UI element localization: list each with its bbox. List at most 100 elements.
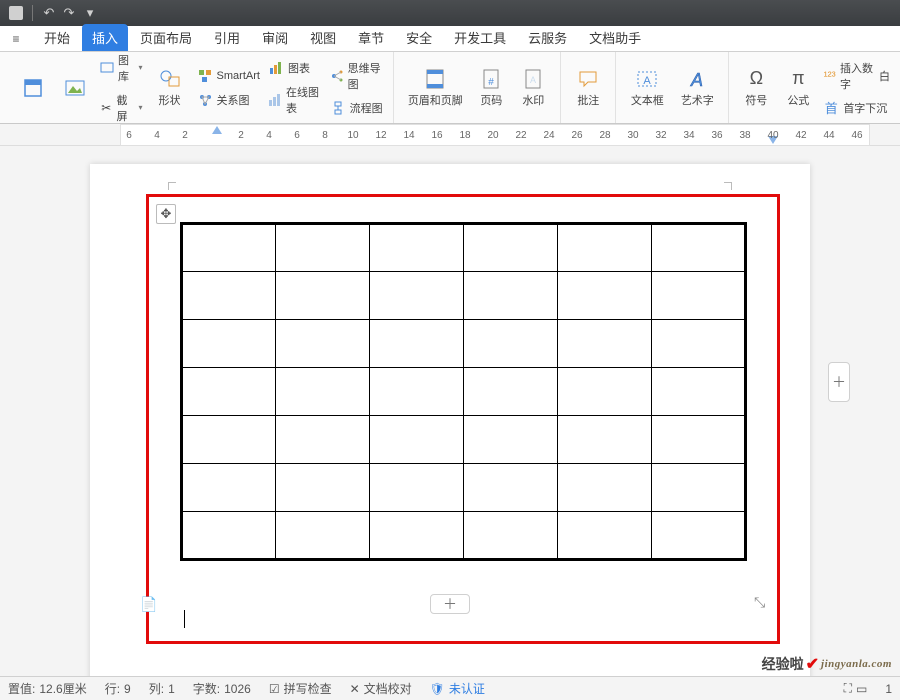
wordart-icon: A	[686, 68, 708, 90]
menu-icon[interactable]: ≡	[4, 27, 28, 51]
annotate-button[interactable]: 批注	[567, 68, 609, 108]
status-bar: 置值: 12.6厘米 行: 9 列: 1 字数: 1026 ☑ 拼写检查 ✕ 文…	[0, 676, 900, 700]
shapes-button[interactable]: 形状	[147, 68, 193, 108]
image-watermark: 经验啦 ✔ jingyanla.com	[762, 654, 892, 674]
dropcap-button[interactable]: 首 首字下沉	[819, 98, 894, 118]
tab-assistant[interactable]: 文档助手	[579, 24, 651, 51]
ruler-tick: 40	[767, 130, 778, 141]
add-row-button[interactable]: ＋	[430, 594, 470, 614]
shapes-icon	[159, 68, 181, 90]
pagenum-button[interactable]: # 页码	[470, 68, 512, 108]
margin-corner-tr	[724, 182, 732, 190]
flowchart-icon	[330, 100, 346, 116]
proof-icon: ✕	[350, 682, 360, 696]
fullscreen-icon: ⛶	[844, 681, 852, 696]
status-row[interactable]: 行: 9	[105, 680, 131, 697]
screenshot-button[interactable]: ✂ 截屏▾	[96, 90, 147, 126]
ruler-area: 6422468101214161820222426283032343638404…	[0, 124, 900, 146]
symbol-button[interactable]: Ω 符号	[735, 68, 777, 108]
ruler-tick: 36	[711, 130, 722, 141]
flowchart-button[interactable]: 流程图	[326, 98, 388, 118]
left-indent-marker[interactable]	[212, 126, 222, 134]
pos-label: 置值:	[8, 680, 35, 697]
table-row[interactable]	[182, 512, 746, 560]
gallery-button[interactable]: 图库▾	[96, 50, 147, 86]
horizontal-ruler[interactable]: 6422468101214161820222426283032343638404…	[120, 124, 870, 146]
tab-review[interactable]: 审阅	[252, 24, 298, 51]
smartart-button[interactable]: SmartArt	[193, 66, 264, 86]
pagenum-label: 页码	[480, 92, 502, 108]
ruler-tick: 24	[543, 130, 554, 141]
tab-devtools[interactable]: 开发工具	[444, 24, 516, 51]
headerfooter-label: 页眉和页脚	[408, 92, 463, 108]
ruler-tick: 2	[238, 130, 244, 141]
table-row[interactable]	[182, 272, 746, 320]
cover-button[interactable]	[12, 77, 54, 99]
tab-pagelayout[interactable]: 页面布局	[130, 24, 202, 51]
svg-text:#: #	[489, 77, 495, 88]
tab-chapter[interactable]: 章节	[348, 24, 394, 51]
status-spellcheck[interactable]: ☑ 拼写检查	[269, 680, 332, 697]
mindmap-button[interactable]: 思维导图	[326, 58, 388, 94]
table-move-handle[interactable]: ✥	[156, 204, 176, 224]
watermark-icon: A	[522, 68, 544, 90]
table-row[interactable]	[182, 416, 746, 464]
table-row[interactable]	[182, 368, 746, 416]
number-icon: ¹²³	[823, 68, 836, 84]
chart-button[interactable]: 图表	[264, 58, 326, 78]
redo-icon[interactable]: ↷	[59, 3, 79, 23]
chart-label: 图表	[288, 60, 310, 76]
document-table[interactable]	[180, 222, 747, 561]
mindmap-label: 思维导图	[348, 60, 384, 92]
group-illustrations: 图库▾ ✂ 截屏▾ 形状 SmartArt 关系图 图表	[6, 52, 394, 123]
page: ✥ ＋ ⤡ 📄	[90, 164, 810, 676]
ruler-tick: 26	[571, 130, 582, 141]
tab-security[interactable]: 安全	[396, 24, 442, 51]
add-column-button[interactable]: ＋	[828, 362, 850, 402]
ruler-tick: 34	[683, 130, 694, 141]
wordart-button[interactable]: A 艺术字	[672, 68, 722, 108]
status-proof[interactable]: ✕ 文档校对	[350, 680, 412, 697]
row-value: 9	[124, 682, 131, 696]
watermark-button[interactable]: A 水印	[512, 68, 554, 108]
ribbon: 图库▾ ✂ 截屏▾ 形状 SmartArt 关系图 图表	[0, 52, 900, 124]
qat-more-icon[interactable]: ▾	[80, 3, 100, 23]
headerfooter-button[interactable]: 页眉和页脚	[400, 68, 470, 108]
relation-button[interactable]: 关系图	[193, 90, 264, 110]
ruler-tick: 22	[515, 130, 526, 141]
status-viewmode[interactable]: ⛶ ▭	[844, 681, 868, 696]
ruler-tick: 18	[459, 130, 470, 141]
document-area: ✥ ＋ ⤡ 📄 ＋	[0, 146, 900, 676]
shield-icon: 🛡	[430, 682, 445, 696]
onlinechart-icon	[268, 92, 282, 108]
appmenu-icon[interactable]	[6, 3, 26, 23]
tab-insert[interactable]: 插入	[82, 24, 128, 51]
tab-start[interactable]: 开始	[34, 24, 80, 51]
ruler-tick: 6	[294, 130, 300, 141]
status-col[interactable]: 列: 1	[149, 680, 175, 697]
status-wordcount[interactable]: 字数: 1026	[193, 680, 251, 697]
insertnum-button[interactable]: ¹²³ 插入数字 白	[819, 58, 894, 94]
undo-icon[interactable]: ↶	[39, 3, 59, 23]
scissors-icon: ✂	[100, 100, 112, 116]
picture-button[interactable]	[54, 77, 96, 99]
tab-cloud[interactable]: 云服务	[518, 24, 577, 51]
table-row[interactable]	[182, 464, 746, 512]
ruler-tick: 30	[627, 130, 638, 141]
textbox-button[interactable]: A 文本框	[622, 68, 672, 108]
group-text: A 文本框 A 艺术字	[616, 52, 729, 123]
relation-label: 关系图	[217, 92, 250, 108]
status-position[interactable]: 置值: 12.6厘米	[8, 680, 87, 697]
table-row[interactable]	[182, 224, 746, 272]
status-auth[interactable]: 🛡 未认证	[430, 680, 485, 697]
tab-references[interactable]: 引用	[204, 24, 250, 51]
status-zoom[interactable]: 1	[885, 682, 892, 696]
table-resize-handle[interactable]: ⤡	[754, 594, 772, 612]
tab-view[interactable]: 视图	[300, 24, 346, 51]
onlinechart-button[interactable]: 在线图表	[264, 82, 326, 118]
check-icon: ✔	[806, 654, 819, 674]
equation-button[interactable]: π 公式	[777, 68, 819, 108]
table-row[interactable]	[182, 320, 746, 368]
ruler-tick: 14	[403, 130, 414, 141]
omega-icon: Ω	[745, 68, 767, 90]
